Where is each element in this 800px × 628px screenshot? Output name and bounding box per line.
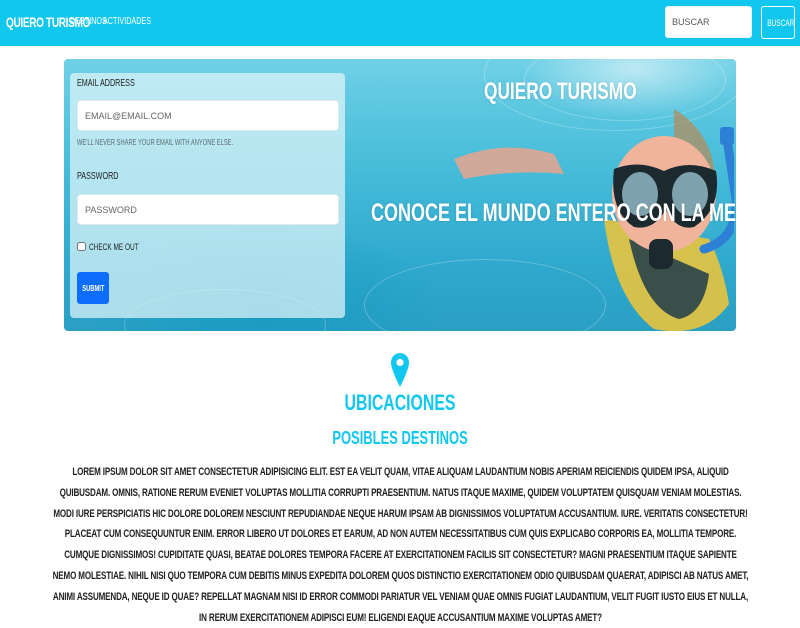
- email-help-text: We'll never share your email with anyone…: [77, 138, 234, 147]
- password-label: Password: [77, 171, 119, 182]
- search-button[interactable]: Buscar: [761, 6, 795, 39]
- locations-description: Lorem ipsum dolor sit amet consectetur a…: [52, 466, 749, 624]
- map-pin-icon: [391, 353, 409, 387]
- locations-title: Ubicaciones: [344, 390, 456, 415]
- search-input[interactable]: [665, 6, 752, 38]
- password-field[interactable]: [77, 194, 339, 225]
- hero-tagline: Conoce el mundo entero con la mejor comp…: [371, 199, 736, 227]
- login-form: Email address We'll never share your ema…: [70, 73, 345, 318]
- email-label: Email address: [77, 78, 135, 89]
- nav-link-actividades[interactable]: Actividades: [103, 16, 170, 27]
- hero-title: Quiero Turismo: [484, 78, 637, 105]
- check-me-out-checkbox[interactable]: [77, 242, 86, 251]
- check-me-out-label[interactable]: Check me out: [89, 242, 158, 252]
- submit-button[interactable]: Submit: [77, 272, 109, 304]
- navbar: Quiero Turismo Destinos Actividades Busc…: [0, 0, 800, 46]
- email-field[interactable]: [77, 100, 339, 131]
- locations-subtitle: Posibles destinos: [332, 428, 468, 448]
